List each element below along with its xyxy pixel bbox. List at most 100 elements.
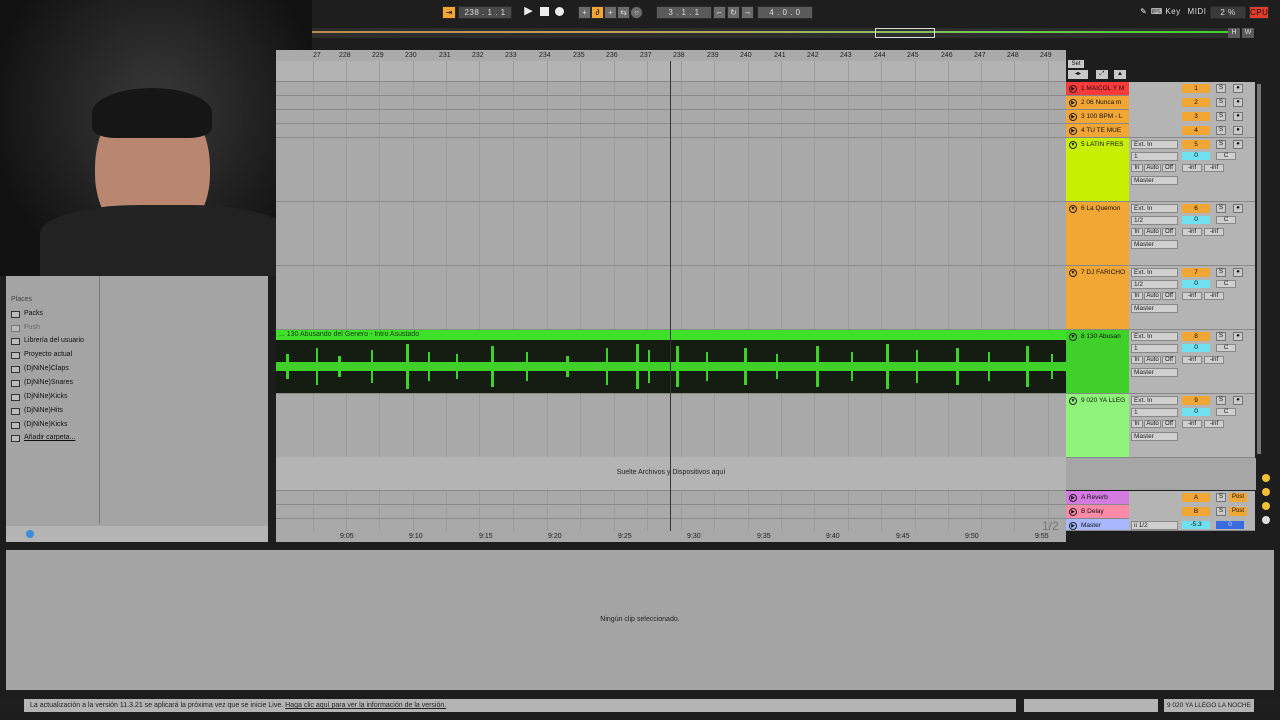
- punch-in-button[interactable]: ⌐: [713, 6, 726, 19]
- return-activator-a[interactable]: A: [1182, 493, 1210, 502]
- track-header-8[interactable]: ▼ 8 130 Abusan: [1066, 330, 1129, 394]
- track-fold-icon[interactable]: ▼: [1069, 205, 1077, 213]
- solo-button[interactable]: S: [1216, 268, 1226, 277]
- browser-item-snares[interactable]: (DjNiNe)Snares: [11, 379, 73, 387]
- sends-icon[interactable]: [1262, 502, 1270, 510]
- track-header-4[interactable]: ▶ 4 TU TE MUE: [1066, 124, 1129, 138]
- clip-title[interactable]: ... 130 Abusando del Genero - Intro Asus…: [276, 330, 1066, 340]
- solo-button[interactable]: S: [1216, 84, 1226, 93]
- track-fold-icon[interactable]: ▼: [1069, 333, 1077, 341]
- arm-button[interactable]: ●: [1233, 126, 1243, 135]
- beat-time-ruler[interactable]: 27 228 229 230 231 232 233 234 235 236 2…: [276, 50, 1066, 61]
- w-button[interactable]: W: [1242, 28, 1254, 38]
- monitor-in[interactable]: In: [1131, 228, 1143, 236]
- track-activator-7[interactable]: 7: [1182, 268, 1210, 277]
- track-header-1[interactable]: ▶ 1 MAICOL Y M: [1066, 82, 1129, 96]
- track-fold-icon[interactable]: ▶: [1069, 99, 1077, 107]
- monitor-in[interactable]: In: [1131, 292, 1143, 300]
- play-button[interactable]: ▶: [522, 6, 535, 19]
- master-cue-out-select[interactable]: ii 1/2: [1131, 521, 1178, 530]
- track-fold-icon[interactable]: ▶: [1069, 494, 1077, 502]
- solo-button[interactable]: S: [1216, 98, 1226, 107]
- key-map-button[interactable]: Key: [1164, 6, 1182, 19]
- browser-item-user-library[interactable]: Librería del usuario: [11, 337, 84, 345]
- overview-viewport[interactable]: [875, 28, 935, 38]
- return-activator-b[interactable]: B: [1182, 507, 1210, 516]
- post-button[interactable]: Post: [1229, 493, 1247, 502]
- track-fold-icon[interactable]: ▶: [1069, 508, 1077, 516]
- io-icon[interactable]: [1262, 488, 1270, 496]
- loop-button[interactable]: ↻: [727, 6, 740, 19]
- track-activator-9[interactable]: 9: [1182, 396, 1210, 405]
- output-select[interactable]: Master: [1131, 176, 1178, 185]
- solo-button[interactable]: S: [1216, 204, 1226, 213]
- drop-zone[interactable]: Suelte Archivos y Dispositivos aquí: [276, 457, 1066, 490]
- capture-midi-button[interactable]: ⇆: [617, 6, 630, 19]
- track-fold-icon[interactable]: ▶: [1069, 85, 1077, 93]
- browser-item-kicks[interactable]: (DjNiNe)Kicks: [11, 393, 68, 401]
- master-pan[interactable]: 0: [1216, 521, 1244, 529]
- monitor-auto[interactable]: Auto: [1144, 292, 1161, 300]
- output-select[interactable]: Master: [1131, 432, 1178, 441]
- audio-clip[interactable]: ... 130 Abusando del Genero - Intro Asus…: [276, 330, 1066, 393]
- input-channel-select[interactable]: 1/2: [1131, 280, 1178, 289]
- volume-field[interactable]: 0: [1182, 216, 1210, 224]
- post-button[interactable]: Post: [1229, 507, 1247, 516]
- input-type-select[interactable]: Ext. In: [1131, 268, 1178, 277]
- browser-item-current-project[interactable]: Proyecto actual: [11, 351, 72, 359]
- loop-length[interactable]: 4 . 0 . 0: [757, 6, 813, 19]
- set-button[interactable]: Set: [1068, 60, 1084, 68]
- track-fold-icon[interactable]: ▼: [1069, 269, 1077, 277]
- track-activator-2[interactable]: 2: [1182, 98, 1210, 107]
- input-type-select[interactable]: Ext. In: [1131, 396, 1178, 405]
- monitor-off[interactable]: Off: [1162, 356, 1176, 364]
- browser-item-packs[interactable]: Packs: [11, 310, 43, 318]
- track-fold-icon[interactable]: ▼: [1069, 141, 1077, 149]
- locator-add-icon[interactable]: ▲: [1114, 70, 1126, 79]
- track-activator-1[interactable]: 1: [1182, 84, 1210, 93]
- track-fold-icon[interactable]: ▶: [1069, 127, 1077, 135]
- keyboard-icon[interactable]: ⌨: [1150, 6, 1163, 19]
- monitor-in[interactable]: In: [1131, 420, 1143, 428]
- solo-button[interactable]: S: [1216, 396, 1226, 405]
- monitor-off[interactable]: Off: [1162, 420, 1176, 428]
- automation-icon[interactable]: [1262, 474, 1270, 482]
- solo-button[interactable]: S: [1216, 493, 1226, 502]
- automation-arm-button[interactable]: ∂: [591, 6, 604, 19]
- output-select[interactable]: Master: [1131, 368, 1178, 377]
- loop-start[interactable]: 3 . 1 . 1: [656, 6, 712, 19]
- browser-item-hits[interactable]: (DjNiNe)Hits: [11, 407, 63, 415]
- monitor-auto[interactable]: Auto: [1144, 420, 1161, 428]
- empty-track-area[interactable]: [1066, 458, 1256, 490]
- browser-item-claps[interactable]: (DjNiNe)Claps: [11, 365, 69, 373]
- release-notes-link[interactable]: Haga clic aquí para ver la información d…: [285, 702, 446, 709]
- arm-button[interactable]: ●: [1233, 112, 1243, 121]
- monitor-auto[interactable]: Auto: [1144, 164, 1161, 172]
- arm-button[interactable]: ●: [1233, 204, 1243, 213]
- pan-field[interactable]: C: [1216, 216, 1236, 224]
- input-channel-select[interactable]: 1: [1131, 408, 1178, 417]
- arrangement-position[interactable]: 238 . 1 . 1: [458, 6, 512, 19]
- add-folder-link[interactable]: Añadir carpeta...: [11, 434, 75, 442]
- track-activator-4[interactable]: 4: [1182, 126, 1210, 135]
- track-activator-3[interactable]: 3: [1182, 112, 1210, 121]
- input-channel-select[interactable]: 1: [1131, 344, 1178, 353]
- output-select[interactable]: Master: [1131, 240, 1178, 249]
- volume-field[interactable]: 0: [1182, 280, 1210, 288]
- solo-button[interactable]: S: [1216, 140, 1226, 149]
- overdub-button[interactable]: +: [578, 6, 591, 19]
- browser-item-kicks-2[interactable]: (DjNiNe)Kicks: [11, 421, 68, 429]
- monitor-in[interactable]: In: [1131, 356, 1143, 364]
- track-header-5[interactable]: ▼ 5 LATIN FRES: [1066, 138, 1129, 202]
- pan-field[interactable]: C: [1216, 280, 1236, 288]
- arrangement-overview[interactable]: [312, 28, 1228, 38]
- browser-item-push[interactable]: Push: [11, 324, 40, 332]
- track-activator-6[interactable]: 6: [1182, 204, 1210, 213]
- input-type-select[interactable]: Ext. In: [1131, 332, 1178, 341]
- arm-button[interactable]: ●: [1233, 268, 1243, 277]
- locator-nav-icon[interactable]: ◂▸: [1068, 70, 1088, 79]
- return-header-a[interactable]: ▶ A Reverb: [1066, 491, 1129, 505]
- volume-field[interactable]: 0: [1182, 408, 1210, 416]
- output-select[interactable]: Master: [1131, 304, 1178, 313]
- playhead[interactable]: [670, 61, 671, 531]
